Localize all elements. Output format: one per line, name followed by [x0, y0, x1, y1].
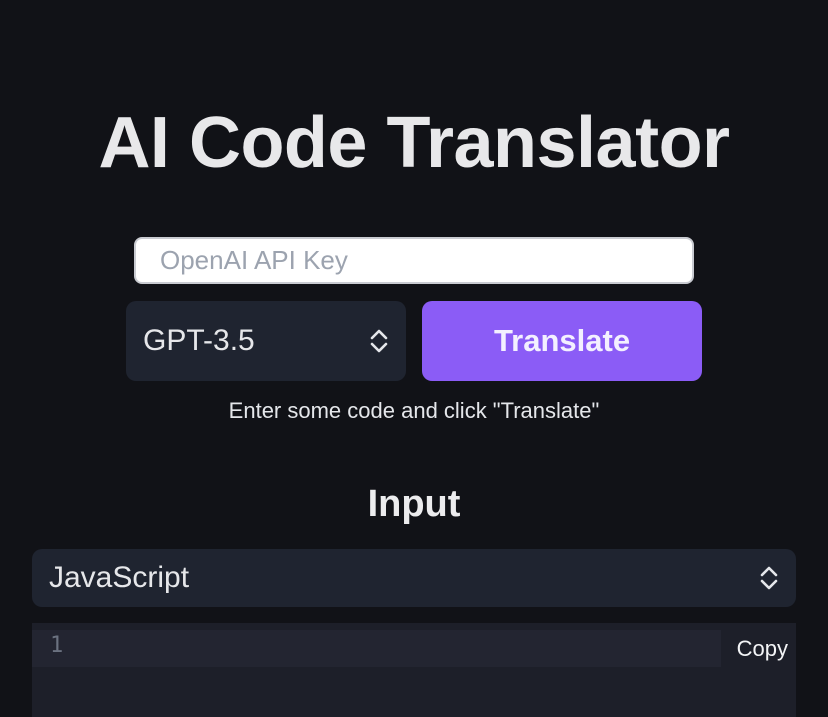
- translate-button[interactable]: Translate: [422, 301, 702, 381]
- model-select-value: GPT-3.5: [143, 324, 255, 357]
- page-title: AI Code Translator: [98, 103, 730, 183]
- input-language-select[interactable]: JavaScript: [32, 549, 796, 607]
- model-select[interactable]: GPT-3.5: [126, 301, 406, 381]
- status-hint: Enter some code and click "Translate": [228, 398, 600, 423]
- input-language-value: JavaScript: [49, 561, 190, 594]
- chevron-up-down-icon: [760, 566, 778, 590]
- copy-button[interactable]: Copy: [737, 630, 788, 667]
- input-code-editor[interactable]: 1 Copy: [32, 623, 796, 717]
- api-key-input[interactable]: [134, 237, 694, 284]
- input-section-title: Input: [367, 483, 461, 525]
- line-number: 1: [50, 633, 64, 658]
- page: AI Code Translator GPT-3.5 Translate Ent…: [0, 0, 828, 717]
- chevron-up-down-icon: [370, 329, 388, 353]
- editor-active-line[interactable]: [32, 630, 721, 667]
